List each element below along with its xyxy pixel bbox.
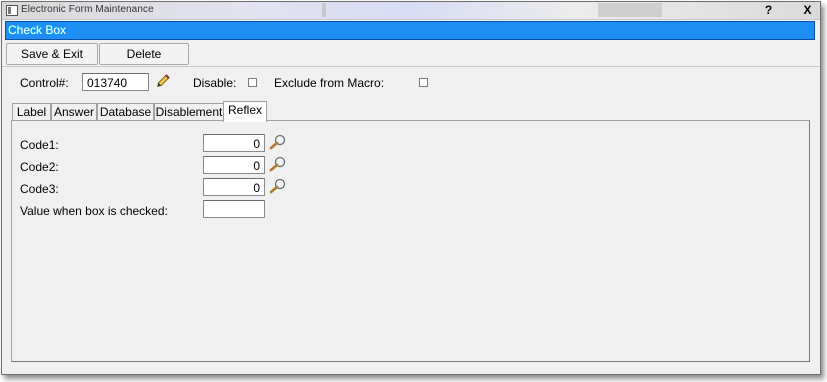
code2-field[interactable]: 0 xyxy=(203,156,265,174)
code2-lookup-icon[interactable] xyxy=(269,156,287,172)
tab-answer[interactable]: Answer xyxy=(51,103,97,121)
form-maintenance-window: Electronic Form Maintenance ? X Check Bo… xyxy=(1,1,821,375)
code3-lookup-icon[interactable] xyxy=(269,178,287,194)
reflex-tab-panel xyxy=(11,120,810,362)
tab-label[interactable]: Label xyxy=(12,103,51,121)
control-number-label: Control#: xyxy=(20,76,69,90)
disable-checkbox[interactable] xyxy=(248,78,257,87)
tab-database[interactable]: Database xyxy=(97,103,154,121)
pencil-edit-icon[interactable] xyxy=(154,73,172,89)
code1-label: Code1: xyxy=(20,138,59,152)
close-button[interactable]: X xyxy=(799,3,816,17)
title-bar-decoration xyxy=(322,3,326,17)
title-bar-decoration xyxy=(598,3,662,17)
exclude-from-macro-label: Exclude from Macro: xyxy=(274,76,385,90)
tab-reflex[interactable]: Reflex xyxy=(223,101,267,122)
tab-disablement[interactable]: Disablement xyxy=(154,103,224,121)
window-title: Electronic Form Maintenance xyxy=(21,4,154,15)
help-button[interactable]: ? xyxy=(760,3,777,17)
checked-value-field[interactable] xyxy=(203,200,265,218)
delete-button[interactable]: Delete xyxy=(99,43,189,65)
checked-value-label: Value when box is checked: xyxy=(20,204,168,218)
form-type-bar: Check Box xyxy=(5,21,815,40)
code1-field[interactable]: 0 xyxy=(203,134,265,152)
form-type-label: Check Box xyxy=(8,23,67,37)
code2-label: Code2: xyxy=(20,160,59,174)
code1-lookup-icon[interactable] xyxy=(269,134,287,150)
save-exit-button[interactable]: Save & Exit xyxy=(6,43,98,65)
app-window-icon xyxy=(6,5,18,16)
disable-label: Disable: xyxy=(193,76,237,90)
toolbar-divider xyxy=(2,66,820,67)
code3-field[interactable]: 0 xyxy=(203,178,265,196)
title-bar: Electronic Form Maintenance ? X xyxy=(2,2,820,20)
control-number-field[interactable]: 013740 xyxy=(82,73,149,91)
exclude-from-macro-checkbox[interactable] xyxy=(419,78,428,87)
code3-label: Code3: xyxy=(20,182,59,196)
